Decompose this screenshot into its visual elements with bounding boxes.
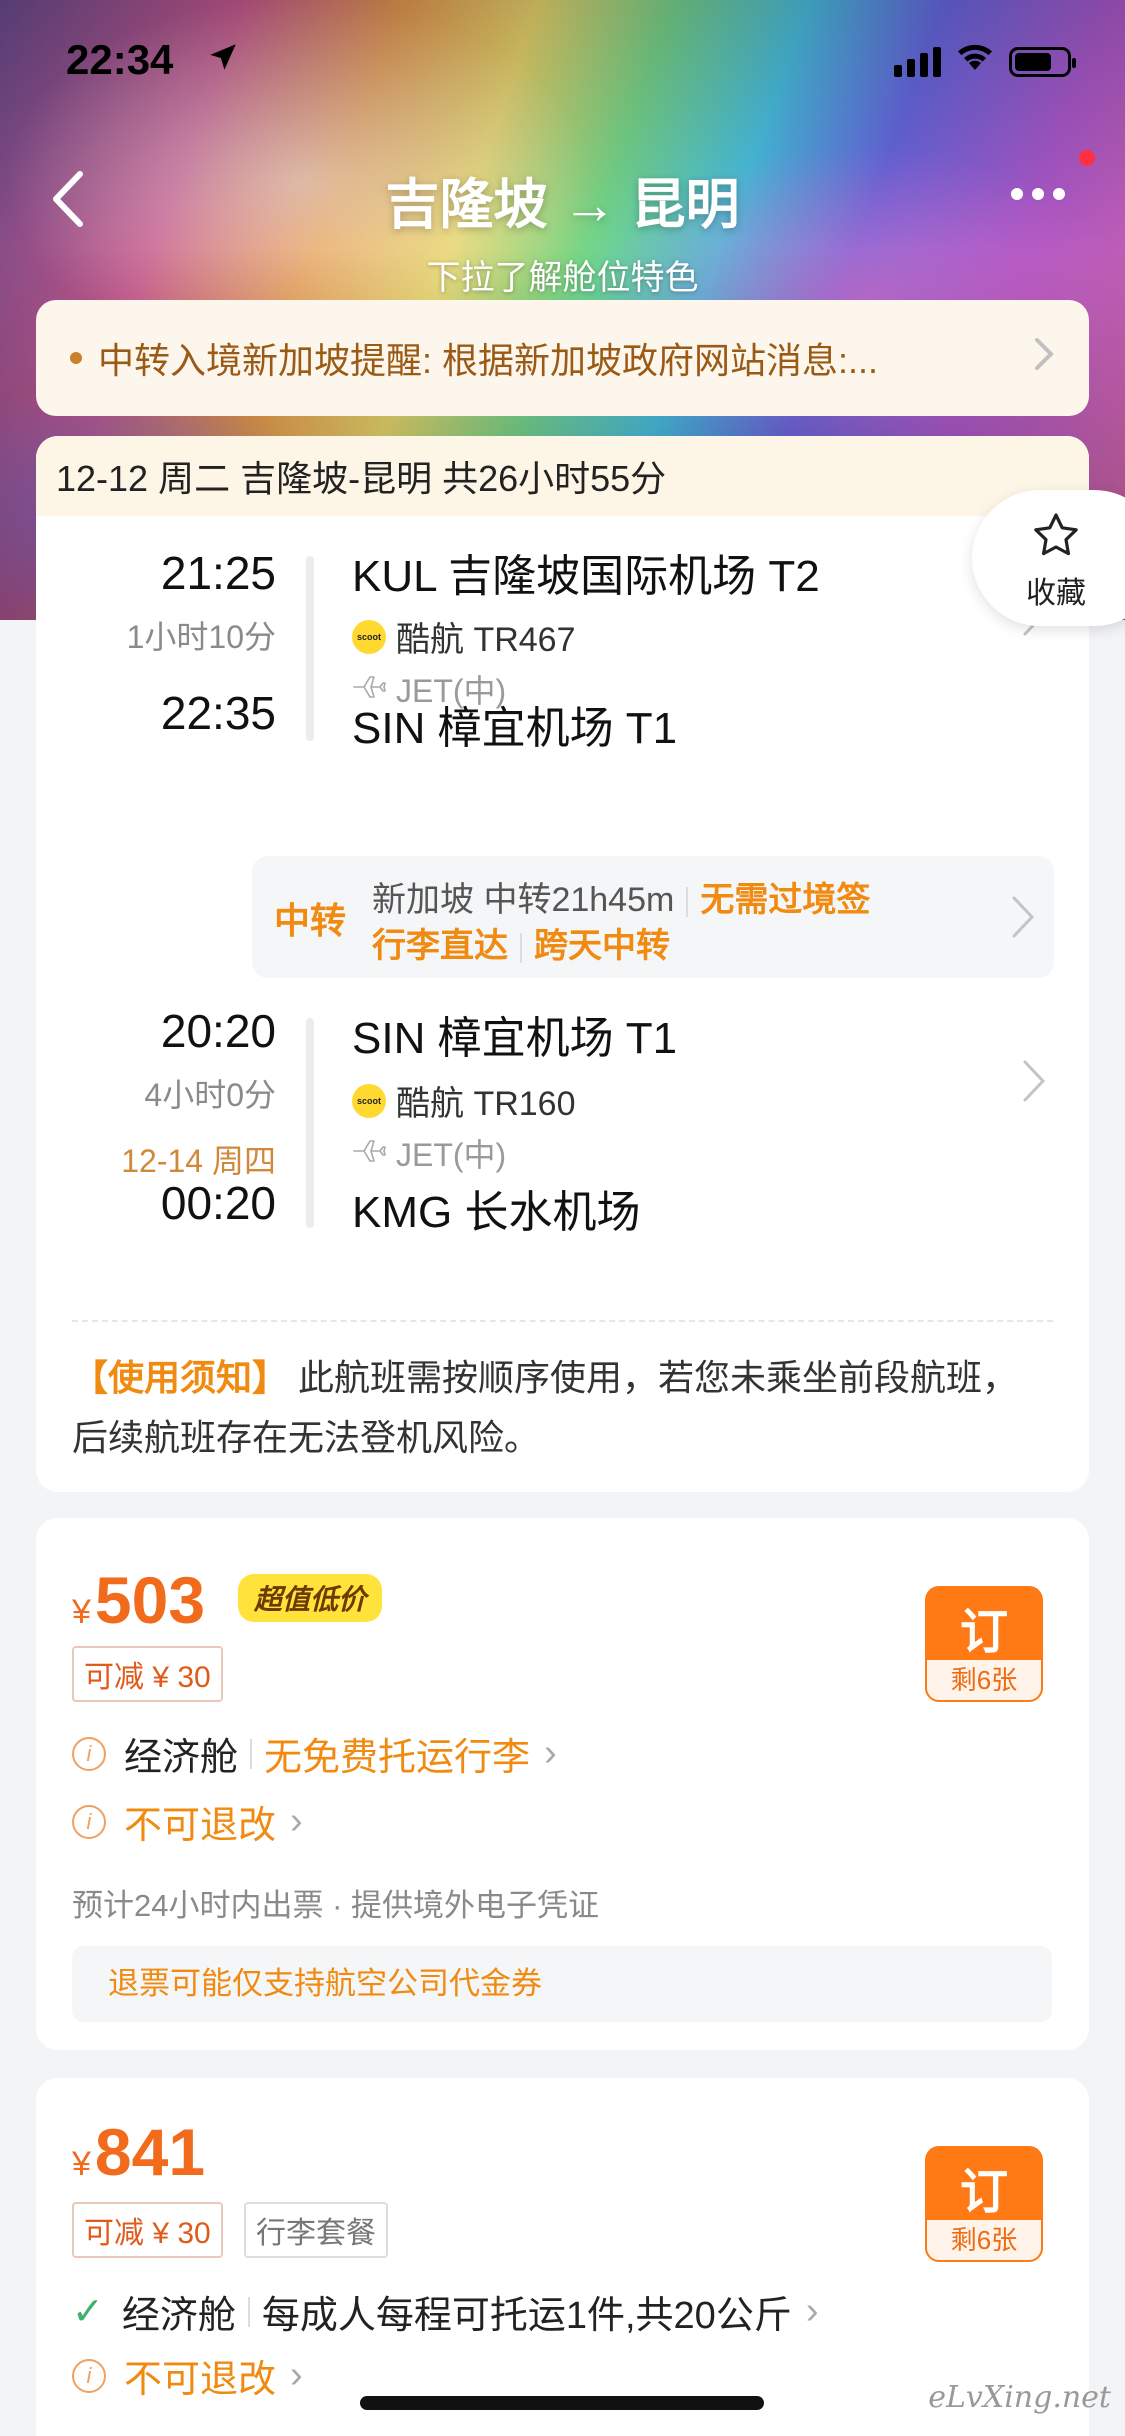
cabin-class: 经济舱	[121, 2295, 236, 2337]
departure-airport: KUL 吉隆坡国际机场 T2	[352, 552, 820, 601]
arrival-airport: KMG 长水机场	[352, 1188, 641, 1237]
refund-policy: 不可退改	[124, 2359, 277, 2401]
ticketing-note: 预计24小时内出票 · 提供境外电子凭证	[72, 1888, 600, 1923]
chevron-right-icon	[1008, 892, 1038, 942]
refund-row[interactable]: i 不可退改 ›	[72, 2348, 303, 2403]
airline-flight: 酷航 TR160	[396, 1085, 576, 1123]
flight-segment-2[interactable]: 20:20 4小时0分 12-14 周四 00:20 SIN 樟宜机场 T1 s…	[36, 996, 1089, 1296]
nav-bar: 吉隆坡 → 昆明 下拉了解舱位特色	[0, 150, 1125, 297]
fare-card-1[interactable]: ¥ 503 超值低价 可减 ¥ 30 订 剩6张 i 经济舱 无免费托运行李 ›…	[36, 1518, 1089, 2050]
cabin-class: 经济舱	[124, 1737, 239, 1779]
flight-duration: 4小时0分	[144, 1077, 276, 1113]
usage-notice: 【使用须知】 此航班需按顺序使用，若您未乘坐前段航班，后续航班存在无法登机风险。	[72, 1348, 1052, 1468]
more-icon[interactable]	[1011, 188, 1065, 200]
price-value: 503	[94, 1563, 206, 1637]
arrival-time: 22:35	[160, 687, 276, 739]
flight-duration: 1小时10分	[126, 619, 276, 655]
info-icon: i	[72, 1736, 106, 1771]
notification-dot	[1079, 150, 1095, 166]
fare-price: ¥ 503	[72, 1562, 205, 1638]
chevron-right-icon	[1033, 336, 1055, 381]
star-icon	[1032, 512, 1080, 563]
transfer-city-duration: 新加坡 中转21h45m	[372, 881, 675, 919]
status-bar: 22:34	[0, 0, 1125, 120]
favorite-button[interactable]: 收藏	[972, 490, 1125, 626]
chevron-right-icon	[1019, 1056, 1049, 1106]
chevron-right-icon: ›	[544, 1732, 557, 1774]
baggage-package-chip: 行李套餐	[244, 2202, 388, 2258]
scoot-logo-icon: scoot	[352, 619, 386, 654]
departure-airport: SIN 樟宜机场 T1	[352, 1014, 678, 1063]
refund-voucher-note: 退票可能仅支持航空公司代金券	[72, 1946, 1052, 2022]
check-icon: ✓	[72, 2291, 104, 2333]
notice-text: 中转入境新加坡提醒: 根据新加坡政府网站消息:...	[98, 340, 879, 381]
cabin-baggage-row[interactable]: i 经济舱 无免费托运行李 ›	[72, 1726, 557, 1781]
signal-icon	[894, 47, 941, 77]
scoot-logo-icon: scoot	[352, 1083, 386, 1118]
home-indicator[interactable]	[360, 2396, 764, 2410]
fare-price: ¥ 841	[72, 2114, 205, 2190]
divider	[72, 1320, 1053, 1322]
favorite-label: 收藏	[1026, 577, 1086, 610]
chevron-right-icon: ›	[805, 2290, 819, 2332]
location-arrow-icon	[206, 40, 240, 79]
transfer-info[interactable]: 中转 新加坡 中转21h45m 无需过境签 行李直达 跨天中转	[252, 856, 1054, 978]
remaining-seats: 剩6张	[927, 1660, 1041, 1700]
departure-time: 20:20	[160, 1005, 276, 1057]
book-label: 订	[959, 1606, 1008, 1659]
remaining-seats: 剩6张	[927, 2220, 1041, 2260]
status-time: 22:34	[66, 36, 174, 83]
battery-icon	[1009, 47, 1076, 77]
plane-icon	[352, 1135, 386, 1172]
arrival-time: 00:20	[160, 1177, 276, 1229]
watermark: eLvXing.net	[928, 2380, 1111, 2415]
baggage-policy: 无免费托运行李	[264, 1737, 531, 1779]
arrival-airport: SIN 樟宜机场 T1	[352, 704, 678, 753]
itinerary-card: 12-12 周二 吉隆坡-昆明 共26小时55分 21:25 1小时10分 22…	[36, 436, 1089, 1492]
chevron-right-icon: ›	[290, 1800, 303, 1842]
currency-symbol: ¥	[72, 2145, 91, 2183]
transit-notice[interactable]: 中转入境新加坡提醒: 根据新加坡政府网站消息:...	[36, 300, 1089, 416]
price-value: 841	[94, 2115, 206, 2189]
flight-segment-1[interactable]: 21:25 1小时10分 22:35 KUL 吉隆坡国际机场 T2 scoot …	[36, 516, 1089, 856]
info-icon: i	[72, 2358, 106, 2393]
transfer-visa: 无需过境签	[700, 881, 871, 919]
departure-time: 21:25	[160, 547, 276, 599]
info-icon: i	[72, 1804, 106, 1839]
book-button[interactable]: 订 剩6张	[925, 2146, 1043, 2262]
timeline-line	[306, 556, 314, 741]
cabin-baggage-row[interactable]: ✓ 经济舱 每成人每程可托运1件,共20公斤 ›	[72, 2284, 818, 2339]
usage-title: 【使用须知】	[72, 1357, 289, 1398]
aircraft-type: JET(中)	[396, 1137, 507, 1173]
currency-symbol: ¥	[72, 1593, 91, 1631]
transfer-overnight: 跨天中转	[534, 927, 670, 965]
refund-row[interactable]: i 不可退改 ›	[72, 1794, 303, 1849]
transfer-baggage: 行李直达	[372, 927, 508, 965]
trip-summary: 12-12 周二 吉隆坡-昆明 共26小时55分	[36, 436, 1089, 516]
discount-chip: 可减 ¥ 30	[72, 1646, 223, 1702]
refund-policy: 不可退改	[124, 1805, 277, 1847]
book-label: 订	[959, 2166, 1008, 2219]
discount-chip: 可减 ¥ 30	[72, 2202, 223, 2258]
bullet-icon	[70, 352, 82, 364]
chevron-right-icon: ›	[290, 2354, 303, 2396]
wifi-icon	[955, 42, 995, 77]
airline-flight: 酷航 TR467	[396, 621, 576, 659]
value-badge: 超值低价	[238, 1574, 383, 1622]
pull-hint[interactable]: 下拉了解舱位特色	[0, 250, 1125, 299]
transfer-tag: 中转	[274, 900, 347, 941]
baggage-policy: 每成人每程可托运1件,共20公斤	[261, 2295, 792, 2337]
book-button[interactable]: 订 剩6张	[925, 1586, 1043, 1702]
page-title: 吉隆坡 → 昆明	[385, 175, 740, 235]
timeline-line	[306, 1018, 314, 1228]
